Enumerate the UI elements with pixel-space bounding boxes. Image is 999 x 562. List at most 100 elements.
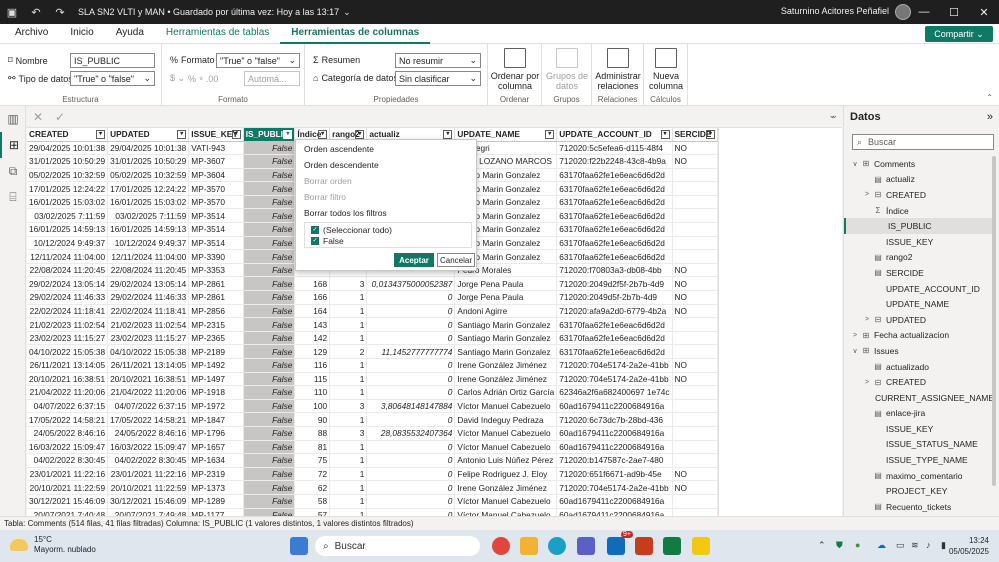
table-cell[interactable]: Carlos Adrián Ortiz García bbox=[454, 385, 558, 400]
expand-chevron-icon[interactable]: > bbox=[862, 379, 872, 386]
table-cell[interactable]: 3 bbox=[329, 426, 368, 441]
table-cell[interactable]: 712020:704e5174-2a2e-41bb bbox=[556, 372, 673, 387]
table-row[interactable]: 23/01/2021 11:22:16 23/01/2021 11:22:16 MP… bbox=[27, 467, 718, 482]
table-cell[interactable]: False bbox=[243, 208, 296, 224]
expand-chevron-icon[interactable]: > bbox=[862, 191, 872, 198]
table-cell[interactable]: False bbox=[243, 467, 296, 482]
decimals-input[interactable]: Automá... bbox=[244, 71, 300, 86]
table-cell[interactable]: False bbox=[243, 263, 296, 278]
table-cell[interactable]: 0 bbox=[366, 317, 456, 332]
tree-field-item[interactable]: > ⊟ CREATED bbox=[844, 374, 994, 390]
outlook-icon[interactable]: 9+ bbox=[607, 531, 633, 555]
table-cell[interactable]: False bbox=[243, 222, 296, 237]
table-cell[interactable]: 03/02/2025 7:11:59 bbox=[27, 208, 109, 224]
table-cell[interactable]: 20/07/2021 7:40:48 bbox=[27, 508, 109, 516]
table-cell[interactable]: Víctor Manuel Cabezuelo bbox=[454, 426, 558, 441]
table-cell[interactable]: 28,0835532407364 bbox=[366, 426, 456, 441]
file-explorer-icon[interactable] bbox=[520, 537, 538, 555]
table-cell[interactable]: Felipe Rodriguez J. Eloy bbox=[454, 467, 558, 482]
table-cell[interactable] bbox=[672, 236, 718, 251]
expand-chevron-icon[interactable]: ∨ bbox=[850, 347, 860, 355]
table-cell[interactable]: 0,0134375000052387 bbox=[366, 276, 456, 292]
column-header-issue-key[interactable]: ISSUE_KEY ▾ bbox=[188, 128, 244, 142]
table-cell[interactable]: 1 bbox=[329, 480, 368, 495]
filter-dropdown-icon[interactable]: ▾ bbox=[660, 130, 670, 139]
table-cell[interactable]: 60ad1679411c2200684916a bbox=[556, 440, 673, 455]
select-all-checkbox[interactable]: ✓ (Seleccionar todo) bbox=[311, 225, 392, 235]
table-cell[interactable]: 20/07/2021 7:49:48 bbox=[107, 508, 190, 516]
chrome-icon[interactable] bbox=[492, 537, 510, 555]
table-cell[interactable]: 115 bbox=[294, 372, 331, 387]
table-cell[interactable]: 0 bbox=[366, 304, 456, 319]
table-cell[interactable]: 04/10/2022 15:05:38 bbox=[27, 344, 109, 359]
table-cell[interactable]: 63170faa62fe1e6eac6d6d2d bbox=[556, 236, 673, 251]
table-cell[interactable]: False bbox=[243, 168, 296, 183]
table-cell[interactable]: Irene González Jiménez bbox=[454, 480, 558, 495]
table-cell[interactable]: 0 bbox=[366, 290, 456, 305]
table-cell[interactable]: 143 bbox=[294, 317, 331, 332]
table-cell[interactable]: 21/04/2022 11:20:06 bbox=[107, 385, 190, 400]
minimize-button[interactable]: — bbox=[909, 0, 939, 24]
table-cell[interactable]: MP-3604 bbox=[188, 168, 244, 183]
table-cell[interactable]: 26/11/2021 13:14:05 bbox=[27, 358, 109, 373]
table-cell[interactable]: 62 bbox=[294, 480, 331, 495]
table-cell[interactable] bbox=[672, 317, 718, 332]
table-cell[interactable] bbox=[672, 399, 718, 414]
tree-table-item[interactable]: ∨ ⊞ Issues bbox=[844, 343, 994, 359]
table-cell[interactable]: 20/10/2021 16:38:51 bbox=[27, 372, 109, 387]
table-cell[interactable]: 712020:f22b2248-43c8-4b9a bbox=[556, 154, 673, 169]
tree-field-item[interactable]: > ⊟ CREATED bbox=[844, 187, 994, 203]
table-cell[interactable]: 31/01/2025 10:50:29 bbox=[27, 154, 109, 169]
table-cell[interactable]: MP-3390 bbox=[188, 249, 244, 264]
data-search-input[interactable]: ⌕ Buscar bbox=[852, 134, 994, 150]
filter-dropdown-icon[interactable]: ▾ bbox=[231, 130, 241, 139]
table-cell[interactable]: MP-1972 bbox=[188, 399, 244, 414]
table-cell[interactable]: 3 bbox=[329, 399, 368, 414]
table-cell[interactable]: MP-3514 bbox=[188, 236, 244, 251]
expand-chevron-icon[interactable]: > bbox=[850, 332, 860, 339]
table-cell[interactable]: 12/11/2024 11:04:00 bbox=[107, 249, 190, 264]
table-cell[interactable]: False bbox=[243, 399, 296, 414]
table-cell[interactable] bbox=[672, 222, 718, 237]
share-button[interactable]: Compartir ⌄ bbox=[925, 26, 993, 42]
table-cell[interactable]: 1 bbox=[329, 385, 368, 400]
table-cell[interactable] bbox=[672, 385, 718, 400]
table-cell[interactable]: 0 bbox=[366, 372, 456, 387]
table-cell[interactable]: NO bbox=[672, 276, 718, 292]
table-row[interactable]: 20/10/2021 11:22:59 20/10/2021 11:22:59 MP… bbox=[27, 480, 718, 495]
table-cell[interactable]: 1 bbox=[329, 494, 368, 509]
tree-field-item[interactable]: PROJECT_KEY bbox=[844, 483, 994, 499]
powerpoint-icon[interactable] bbox=[635, 537, 653, 555]
table-cell[interactable]: False bbox=[243, 508, 296, 516]
sort-ascending-item[interactable]: Orden ascendente bbox=[304, 144, 374, 154]
table-cell[interactable]: 24/05/2022 8:46:16 bbox=[107, 426, 190, 441]
table-cell[interactable] bbox=[672, 168, 718, 183]
table-row[interactable]: 04/10/2022 15:05:38 04/10/2022 15:05:38 MP… bbox=[27, 344, 718, 359]
table-cell[interactable]: 12/11/2024 11:04:00 bbox=[27, 249, 109, 264]
table-cell[interactable]: David Indeguy Pedraza bbox=[454, 412, 558, 427]
table-cell[interactable]: 72 bbox=[294, 467, 331, 482]
column-header-updated[interactable]: UPDATED ▾ bbox=[107, 128, 190, 142]
table-cell[interactable]: NO bbox=[672, 154, 718, 169]
table-cell[interactable]: 17/01/2025 12:24:22 bbox=[27, 181, 109, 196]
table-cell[interactable]: 110 bbox=[294, 385, 331, 400]
table-cell[interactable]: Irene González Jiménez bbox=[454, 358, 558, 373]
windows-start-icon[interactable] bbox=[290, 537, 308, 555]
table-cell[interactable]: 29/02/2024 13:05:14 bbox=[27, 276, 109, 292]
filter-dropdown-icon[interactable]: ▾ bbox=[283, 130, 293, 139]
table-cell[interactable]: MP-1634 bbox=[188, 453, 244, 468]
taskbar-search[interactable]: ⌕ Buscar bbox=[315, 536, 480, 556]
table-cell[interactable]: MP-1657 bbox=[188, 440, 244, 455]
table-cell[interactable]: 1 bbox=[329, 467, 368, 482]
table-cell[interactable]: MP-3570 bbox=[188, 195, 244, 210]
tab-table-tools[interactable]: Herramientas de tablas bbox=[155, 24, 280, 44]
category-select[interactable]: Sin clasificar ⌄ bbox=[395, 71, 481, 86]
chevron-down-icon[interactable]: ⌄ bbox=[828, 110, 836, 121]
table-cell[interactable]: MP-1497 bbox=[188, 372, 244, 387]
table-cell[interactable]: 63170faa62fe1e6eac6d6d2d bbox=[556, 344, 673, 359]
tree-field-item[interactable]: ▤ actualiz bbox=[844, 172, 994, 188]
table-cell[interactable]: Santiago Marin Gonzalez bbox=[454, 317, 558, 332]
display-icon[interactable]: ▭ bbox=[896, 540, 905, 551]
table-cell[interactable]: 29/02/2024 11:46:33 bbox=[27, 290, 109, 305]
tab-column-tools[interactable]: Herramientas de columnas bbox=[280, 24, 431, 44]
